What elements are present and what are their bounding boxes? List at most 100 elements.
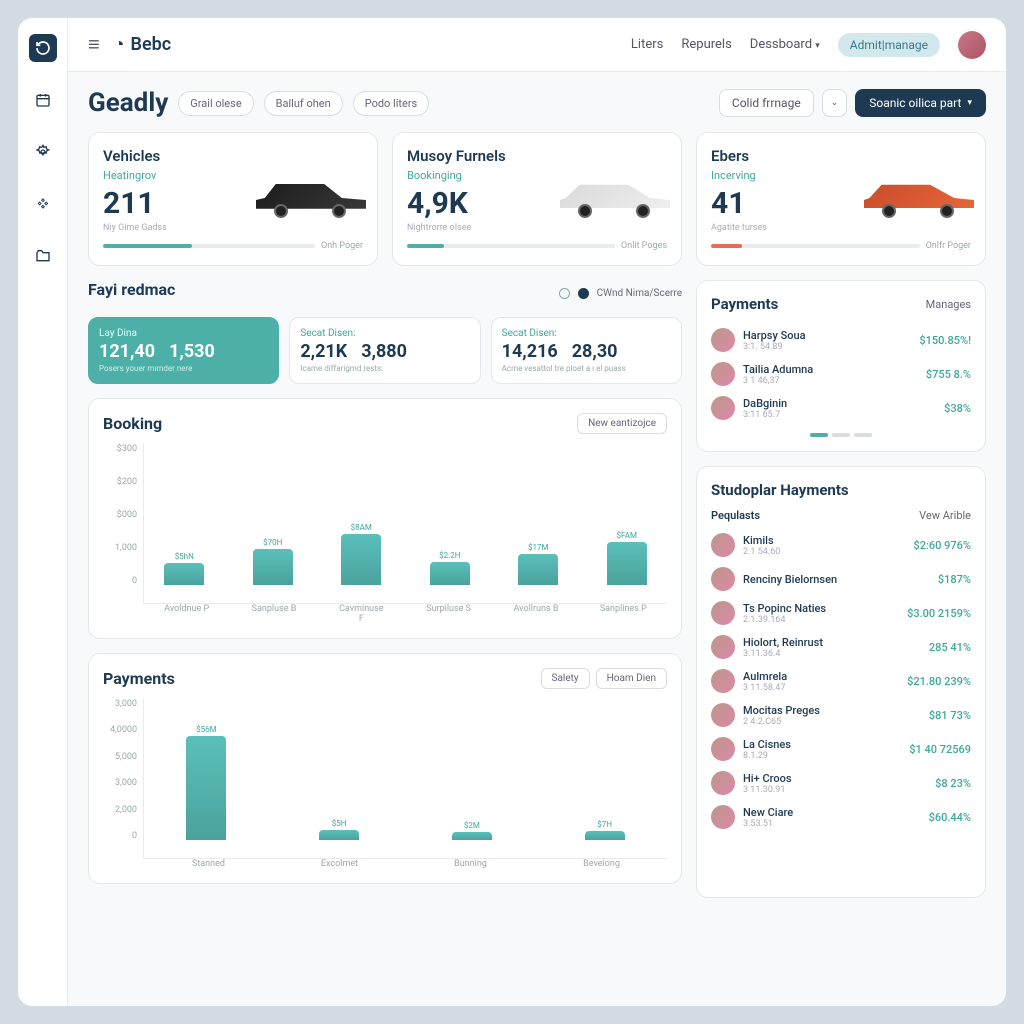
admin-manage-pill[interactable]: Admit|manage	[838, 33, 940, 57]
kpi-ebers: Ebers Incerving 41 Agatite turses Onlfr …	[696, 132, 986, 266]
chip-podo[interactable]: Podo liters	[353, 91, 430, 116]
payments-chart-card: Payments Salety Hoam Dien 3,0004,00005,0…	[88, 653, 682, 884]
main: ≡ ◔Bebc Liters Repurels Dessboard ▾ Admi…	[68, 18, 1006, 1006]
primary-action-button[interactable]: Soanic oilica part ▾	[855, 89, 986, 117]
payments-panel: Payments Manages Harpsy Soua3:1. 54.89$1…	[696, 280, 986, 452]
chart-filter-button[interactable]: Hoam Dien	[596, 668, 667, 689]
chevron-down-icon: ⌄	[831, 98, 839, 108]
kpi-note: Agatite turses	[711, 223, 971, 233]
brand-text: Bebc	[131, 34, 172, 55]
y-axis: 3,0004,00005,0003,0002,0000	[103, 699, 143, 859]
pager-dot[interactable]	[832, 433, 850, 437]
hamburger-icon[interactable]: ≡	[88, 32, 100, 57]
list-item[interactable]: Mocitas Preges2 4.2.C65$81 73%	[711, 698, 971, 732]
kpi-title: Musoy Furnels	[407, 147, 667, 165]
avatar	[711, 635, 735, 659]
list-item[interactable]: Renciny Bielornsen$187%	[711, 562, 971, 596]
topnav: Liters Repurels Dessboard ▾ Admit|manage	[631, 31, 986, 59]
kpi-note: Niy Gime Gadss	[103, 223, 363, 233]
bar: $7H	[580, 820, 630, 840]
progress-label: Onlfr Poger	[926, 241, 971, 251]
list-item[interactable]: Hi+ Croos3 11.30.91$8 23%	[711, 766, 971, 800]
column-header: Pequlasts	[711, 509, 760, 522]
stat-cards: Lay Dina 121,401,530 Posers youer mımder…	[88, 317, 682, 384]
avatar	[711, 805, 735, 829]
bar: $17M	[513, 543, 563, 585]
nav-gear-icon[interactable]	[29, 138, 57, 166]
bar: $5hN	[159, 552, 209, 585]
chart-action-button[interactable]: New eantizojce	[577, 413, 667, 434]
manage-link[interactable]: Manages	[926, 298, 971, 311]
list-item[interactable]: La Cisnes8.1.29$1 40 72569	[711, 732, 971, 766]
bar: $FAM	[602, 531, 652, 585]
stat-card[interactable]: Secat Disen: 2,21K3,880 Icame diffarigmd…	[289, 317, 480, 384]
avatar	[711, 737, 735, 761]
sidebar	[18, 18, 68, 1006]
radio-option[interactable]	[559, 288, 570, 299]
topbar: ≡ ◔Bebc Liters Repurels Dessboard ▾ Admi…	[68, 18, 1006, 72]
list-item[interactable]: Hiolort, Reinrust3.11.36.4285 41%	[711, 630, 971, 664]
list-item[interactable]: Kimils2.1 54.60$2:60 976%	[711, 528, 971, 562]
avatar	[711, 669, 735, 693]
nav-reload-icon[interactable]	[29, 34, 57, 62]
nav-widget-icon[interactable]	[29, 190, 57, 218]
pager	[711, 433, 971, 437]
nav-dashboard[interactable]: Dessboard ▾	[750, 37, 820, 52]
stat-card-highlighted[interactable]: Lay Dina 121,401,530 Posers youer mımder…	[88, 317, 279, 384]
bar: $2.2H	[425, 551, 475, 585]
pager-dot[interactable]	[854, 433, 872, 437]
avatar	[711, 703, 735, 727]
bar: $56M	[181, 725, 231, 840]
list-item[interactable]: Aulmrela3 11.58.47$21.80 239%	[711, 664, 971, 698]
chart-title: Booking	[103, 414, 162, 433]
pager-dot[interactable]	[810, 433, 828, 437]
studoplar-panel: Studoplar Hayments Pequlasts Vew Arible …	[696, 466, 986, 898]
avatar	[711, 771, 735, 795]
chevron-down-icon: ▾	[967, 98, 972, 108]
y-axis: $300$200$0001,0000	[103, 444, 143, 604]
chip-grail[interactable]: Grail olese	[178, 91, 253, 116]
x-axis: StannedExcolmetBunningBeveiong	[143, 859, 667, 869]
nav-liters[interactable]: Liters	[631, 37, 663, 52]
avatar	[711, 601, 735, 625]
chevron-down-icon: ▾	[815, 41, 820, 51]
kpi-funnels: Musoy Furnels Bookinging 4,9K Nightrorre…	[392, 132, 682, 266]
list-item[interactable]: Ts Popinc Naties2.1.39.164$3.00 2159%	[711, 596, 971, 630]
kpi-vehicles: Vehicles Heatingrov 211 Niy Gime Gadss O…	[88, 132, 378, 266]
radio-group: CWnd Nima/Scerre	[559, 288, 682, 299]
page-title: Geadly	[88, 88, 168, 118]
avatar	[711, 567, 735, 591]
bar: $70H	[248, 538, 298, 585]
radio-label: CWnd Nima/Scerre	[597, 288, 682, 299]
brand[interactable]: ◔Bebc	[114, 34, 172, 55]
avatar	[711, 396, 735, 420]
list-item[interactable]: DaBginin3:11 65.7$38%	[711, 391, 971, 425]
list-item[interactable]: Tailia Adumna3 1 46,37$755 8.%	[711, 357, 971, 391]
range-dropdown-caret[interactable]: ⌄	[822, 89, 848, 117]
list-item[interactable]: New Ciare3.53.51$60.44%	[711, 800, 971, 834]
stat-card[interactable]: Secat Disen: 14,21628,30 Acme vesattol t…	[491, 317, 682, 384]
list-item[interactable]: Harpsy Soua3:1. 54.89$150.85%!	[711, 323, 971, 357]
chart-title: Payments	[103, 669, 175, 688]
page-header: Geadly Grail olese Balluf ohen Podo lite…	[88, 88, 986, 118]
chip-balluf[interactable]: Balluf ohen	[264, 91, 343, 116]
content: Geadly Grail olese Balluf ohen Podo lite…	[68, 72, 1006, 1006]
range-dropdown[interactable]: Colid frrnage	[719, 89, 814, 117]
kpi-title: Ebers	[711, 147, 971, 165]
column-header[interactable]: Vew Arible	[919, 509, 971, 522]
avatar	[711, 362, 735, 386]
nav-repurs[interactable]: Repurels	[681, 37, 731, 52]
payments-bars: $56M$5H$2M$7H	[143, 699, 667, 859]
user-avatar[interactable]	[958, 31, 986, 59]
bar: $8AM	[336, 523, 386, 585]
booking-bars: $5hN $70H $8AM $2.2H $17M $FAM	[143, 444, 667, 604]
chart-filter-button[interactable]: Salety	[541, 668, 590, 689]
nav-folder-icon[interactable]	[29, 242, 57, 270]
radio-option-selected[interactable]	[578, 288, 589, 299]
car-coupe-icon	[555, 169, 675, 223]
panel-title: Payments	[711, 295, 778, 313]
kpi-title: Vehicles	[103, 147, 363, 165]
progress-label: Onh Poger	[321, 241, 363, 251]
booking-chart-card: Booking New eantizojce $300$200$0001,000…	[88, 398, 682, 639]
nav-calendar-icon[interactable]	[29, 86, 57, 114]
